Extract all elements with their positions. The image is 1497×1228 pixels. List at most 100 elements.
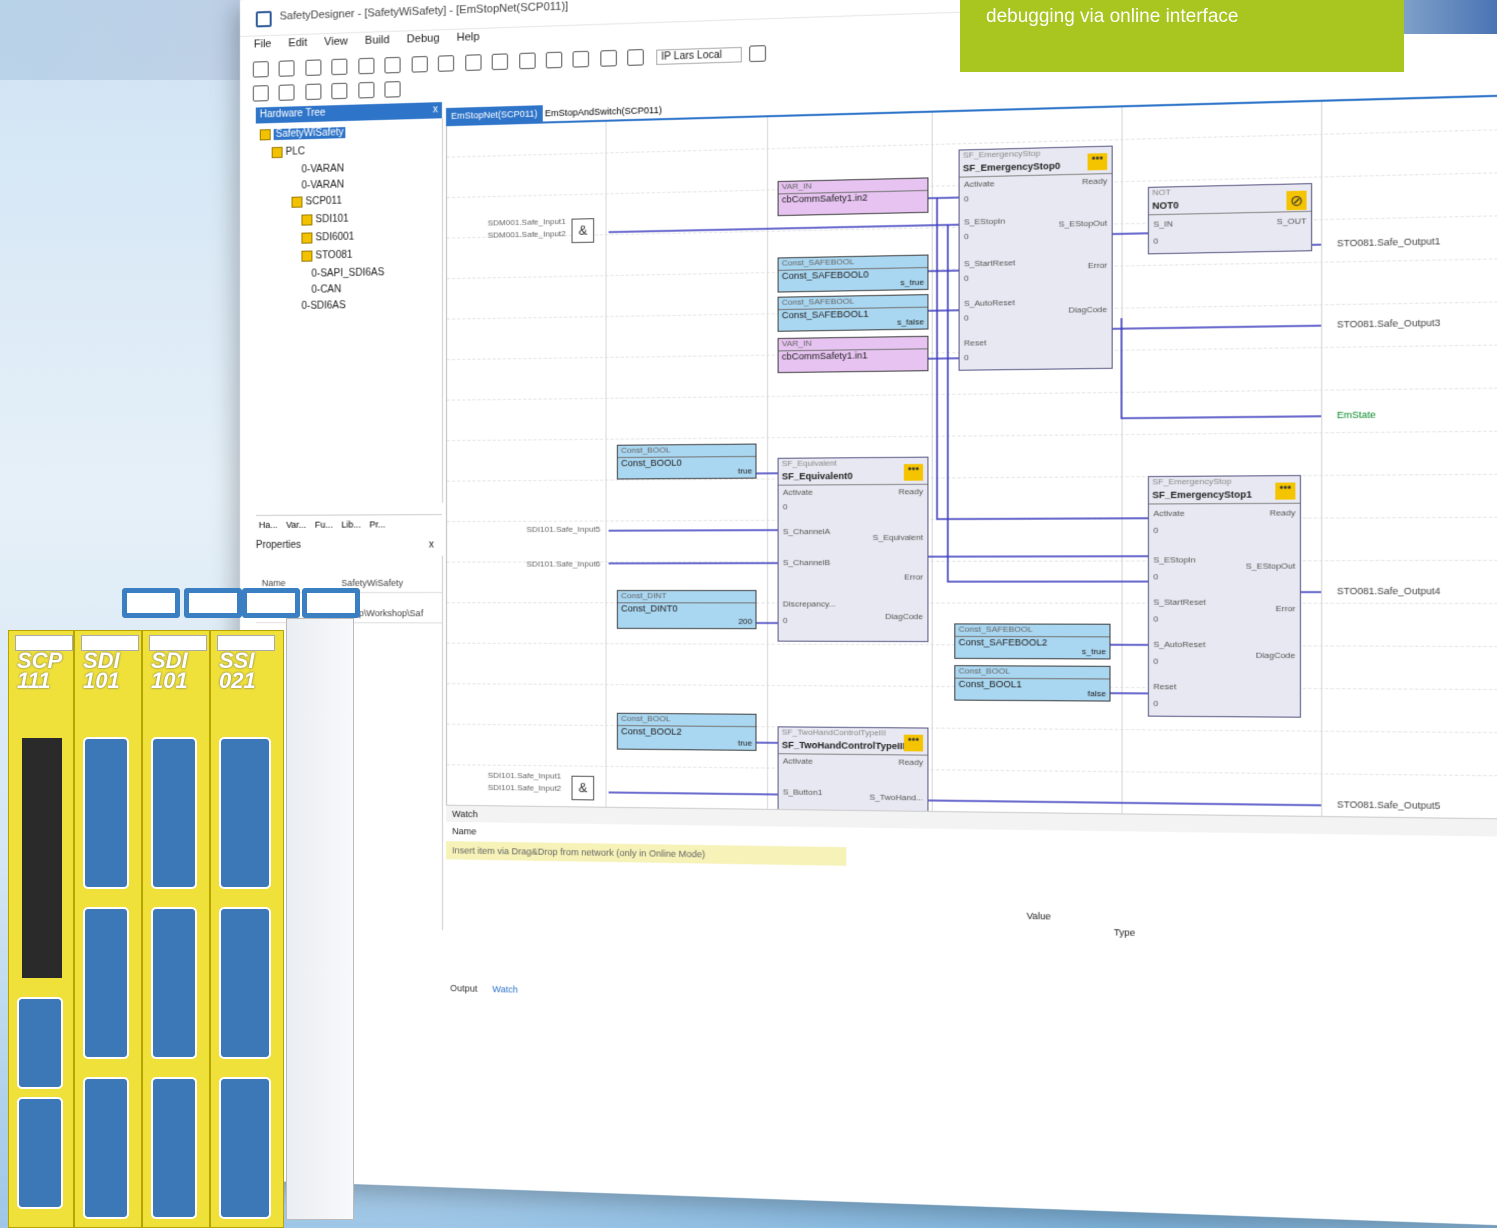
fullscreen-icon[interactable] bbox=[384, 81, 401, 98]
column-header-value[interactable]: Value bbox=[1027, 911, 1051, 922]
more-icon[interactable]: ••• bbox=[1275, 482, 1296, 500]
pin-label: S_EStopIn bbox=[1153, 555, 1196, 565]
settings-icon[interactable] bbox=[749, 45, 767, 63]
ip-select[interactable]: IP Lars Local bbox=[656, 46, 742, 65]
const-bool-block[interactable]: Const_BOOL Const_BOOL0 true bbox=[616, 443, 757, 480]
save-icon[interactable] bbox=[305, 59, 322, 76]
and-gate[interactable]: & bbox=[571, 218, 595, 244]
const-safebool-block[interactable]: Const_SAFEBOOL Const_SAFEBOOL2 s_true bbox=[954, 623, 1111, 660]
wire bbox=[928, 271, 958, 272]
not-icon[interactable]: ⊘ bbox=[1286, 190, 1307, 211]
tab-hardware[interactable]: Ha... bbox=[259, 520, 278, 530]
tree-node-varan[interactable]: 0-VARAN bbox=[301, 179, 344, 191]
tab-variables[interactable]: Var... bbox=[286, 520, 306, 530]
pin-value: 0 bbox=[963, 273, 969, 284]
pin-label: Activate bbox=[782, 487, 813, 498]
var-value: 200 bbox=[738, 616, 753, 627]
menu-build[interactable]: Build bbox=[365, 34, 390, 47]
column-header-type[interactable]: Type bbox=[1114, 927, 1135, 938]
save-all-icon[interactable] bbox=[331, 58, 348, 76]
watch-title: Watch bbox=[452, 808, 478, 820]
tab-emstopnet[interactable]: EmStopNet(SCP011) bbox=[446, 105, 543, 125]
zoom-fit-icon[interactable] bbox=[305, 83, 322, 101]
build-icon[interactable] bbox=[464, 54, 482, 71]
const-safebool-block[interactable]: Const_SAFEBOOL Const_SAFEBOOL1 s_false bbox=[777, 294, 929, 332]
const-safebool-block[interactable]: Const_SAFEBOOL Const_SAFEBOOL0 s_true bbox=[777, 254, 929, 293]
var-input-block[interactable]: VAR_IN cbCommSafety1.in1 bbox=[777, 335, 929, 374]
menu-file[interactable]: File bbox=[254, 38, 272, 51]
zoom-out-icon[interactable] bbox=[279, 84, 295, 101]
more-icon[interactable]: ••• bbox=[903, 734, 924, 752]
print-icon[interactable] bbox=[358, 57, 375, 75]
tree-node-sdi6as[interactable]: 0-SDI6AS bbox=[301, 300, 345, 312]
close-icon[interactable]: x bbox=[433, 102, 438, 118]
tree-node-sdi6001[interactable]: SDI6001 bbox=[301, 232, 354, 244]
tree-node-sdi101[interactable]: SDI101 bbox=[301, 214, 349, 226]
panel-tabs: Ha... Var... Fu... Lib... Pr... bbox=[255, 514, 442, 536]
wire bbox=[609, 792, 778, 794]
pin-label: DiagCode bbox=[1255, 650, 1296, 661]
more-icon[interactable]: ••• bbox=[903, 463, 924, 481]
input-label: SDI101.Safe_Input2 bbox=[487, 782, 562, 793]
pin-value: 0 bbox=[782, 502, 788, 512]
pin-label: S_EStopOut bbox=[1245, 561, 1296, 571]
const-bool-block[interactable]: Const_BOOL Const_BOOL1 false bbox=[954, 665, 1111, 702]
redo-icon[interactable] bbox=[438, 55, 455, 72]
tree-node-can[interactable]: 0-CAN bbox=[311, 284, 341, 296]
terminal-block bbox=[219, 907, 271, 1059]
menu-debug[interactable]: Debug bbox=[407, 32, 440, 45]
column-header-name[interactable]: Name bbox=[452, 826, 476, 836]
terminal-block bbox=[151, 907, 197, 1059]
callout-text: debugging via online interface bbox=[986, 6, 1239, 27]
tree-node-plc[interactable]: PLC bbox=[271, 146, 305, 159]
online-icon[interactable] bbox=[627, 49, 645, 66]
network-canvas[interactable]: SDM001.Safe_Input1 SDM001.Safe_Input2 & … bbox=[446, 94, 1497, 820]
clean-icon[interactable] bbox=[518, 52, 536, 70]
menu-view[interactable]: View bbox=[324, 35, 348, 48]
tab-library[interactable]: Lib... bbox=[341, 519, 361, 529]
function-block-equivalent[interactable]: SF_Equivalent SF_Equivalent0 ••• Activat… bbox=[777, 456, 929, 643]
build-all-icon[interactable] bbox=[491, 53, 509, 71]
var-input-block[interactable]: VAR_IN cbCommSafety1.in2 bbox=[777, 177, 929, 217]
pan-icon[interactable] bbox=[331, 82, 348, 100]
pin-value: 0 bbox=[1153, 525, 1159, 536]
tab-project[interactable]: Pr... bbox=[369, 519, 385, 529]
zoom-in-icon[interactable] bbox=[252, 85, 269, 102]
tab-emstopandswitch[interactable]: EmStopAndSwitch(SCP011) bbox=[540, 102, 667, 122]
tree-node-project[interactable]: SafetyWiSafety bbox=[259, 127, 346, 141]
new-file-icon[interactable] bbox=[252, 61, 269, 78]
tree-node-sto081[interactable]: STO081 bbox=[301, 250, 352, 262]
function-block-two-hand-control[interactable]: SF_TwoHandControlTypeIII SF_TwoHandContr… bbox=[777, 726, 929, 813]
pin-label: S_TwoHand... bbox=[869, 792, 924, 803]
const-bool-block[interactable]: Const_BOOL Const_BOOL2 true bbox=[616, 712, 757, 751]
wire bbox=[1111, 326, 1322, 329]
tab-functions[interactable]: Fu... bbox=[315, 520, 333, 530]
pin-label: S_AutoReset bbox=[1153, 639, 1206, 650]
undo-icon[interactable] bbox=[411, 55, 428, 73]
menu-edit[interactable]: Edit bbox=[288, 37, 307, 50]
tree-node-sapi[interactable]: 0-SAPI_SDI6AS bbox=[311, 267, 384, 279]
function-block-emergency-stop[interactable]: SF_EmergencyStop SF_EmergencyStop0 ••• A… bbox=[958, 145, 1113, 371]
bottom-tabs: Output Watch bbox=[446, 983, 755, 1009]
and-gate[interactable]: & bbox=[571, 775, 595, 801]
tab-output[interactable]: Output bbox=[450, 983, 477, 994]
function-block-emergency-stop[interactable]: SF_EmergencyStop SF_EmergencyStop1 ••• A… bbox=[1147, 475, 1301, 718]
callout-box: debugging via online interface bbox=[960, 0, 1404, 72]
wire bbox=[609, 530, 778, 531]
open-file-icon[interactable] bbox=[279, 60, 295, 77]
more-icon[interactable]: ••• bbox=[1087, 153, 1108, 171]
tree-node-scp011[interactable]: SCP011 bbox=[291, 196, 342, 208]
close-icon[interactable]: x bbox=[429, 539, 434, 550]
connect-icon[interactable] bbox=[545, 51, 563, 69]
menu-help[interactable]: Help bbox=[457, 31, 480, 44]
function-block-not[interactable]: NOT NOT0 ⊘ S_IN 0 S_OUT bbox=[1147, 183, 1313, 255]
properties-icon[interactable] bbox=[384, 56, 401, 74]
output-label: STO081.Safe_Output5 bbox=[1336, 799, 1441, 812]
const-dint-block[interactable]: Const_DINT Const_DINT0 200 bbox=[616, 590, 757, 630]
wire bbox=[926, 800, 1321, 805]
tab-watch[interactable]: Watch bbox=[492, 984, 518, 995]
grid-icon[interactable] bbox=[358, 81, 375, 99]
disconnect-icon[interactable] bbox=[572, 50, 590, 68]
tree-node-varan[interactable]: 0-VARAN bbox=[301, 163, 344, 175]
download-icon[interactable] bbox=[600, 49, 617, 67]
